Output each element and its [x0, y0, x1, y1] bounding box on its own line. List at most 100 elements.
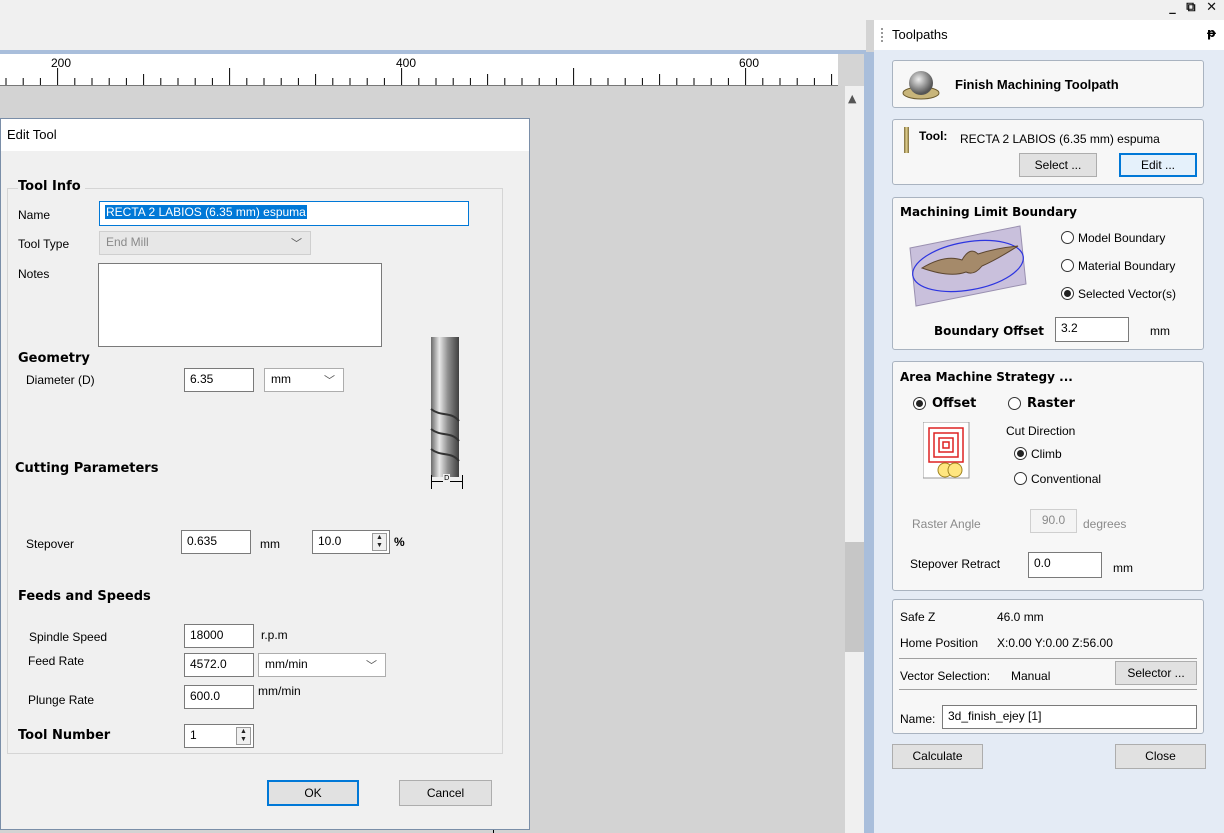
canvas-vertical-scrollbar[interactable]: ▲: [845, 86, 864, 833]
diameter-dimension: D: [431, 474, 463, 489]
chevron-down-icon: ﹀: [324, 375, 335, 387]
ruler-ticks: [5, 68, 833, 85]
tool-type-value: End Mill: [106, 235, 149, 249]
toolpath-name-input[interactable]: 3d_finish_ejey [1]: [942, 705, 1197, 729]
safe-z-value: 46.0 mm: [997, 610, 1044, 624]
home-position-value: X:0.00 Y:0.00 Z:56.00: [997, 636, 1113, 650]
raster-radio[interactable]: [1008, 397, 1021, 410]
home-position-label: Home Position: [900, 636, 979, 650]
edit-tool-dialog: Edit Tool Tool Info Name RECTA 2 LABIOS …: [0, 118, 530, 830]
material-boundary-label: Material Boundary: [1078, 259, 1176, 273]
name-label: Name: [18, 208, 51, 222]
tool-number-value: 1: [190, 728, 197, 742]
tool-label: Tool:: [919, 129, 948, 143]
strategy-header: Area Machine Strategy ...: [900, 370, 1073, 384]
boundary-offset-unit: mm: [1150, 324, 1170, 338]
selected-vectors-radio[interactable]: [1061, 287, 1074, 300]
boundary-header: Machining Limit Boundary: [900, 205, 1077, 219]
select-tool-button[interactable]: Select ...: [1019, 153, 1097, 177]
diameter-unit-select[interactable]: mm ﹀: [264, 368, 344, 392]
vector-selection-label: Vector Selection:: [900, 669, 991, 683]
cancel-button[interactable]: Cancel: [399, 780, 492, 806]
raster-label: Raster: [1027, 396, 1075, 411]
selector-button[interactable]: Selector ...: [1115, 661, 1197, 685]
raster-angle-input[interactable]: 90.0: [1030, 509, 1077, 533]
tool-number-header: Tool Number: [18, 728, 111, 743]
panel-grip[interactable]: [881, 28, 883, 42]
diameter-unit-value: mm: [271, 372, 291, 386]
pin-icon[interactable]: ᵽ: [1207, 26, 1216, 40]
toolpath-name-label: Name:: [900, 712, 936, 726]
tool-bit-icon: [904, 127, 909, 153]
diameter-label: Diameter (D): [26, 373, 95, 387]
toolpaths-panel: Toolpaths ᵽ Finish Machining Toolpath To…: [874, 20, 1224, 833]
stepover-percent-input[interactable]: 10.0 ▲ ▼: [312, 530, 390, 554]
stepover-unit: mm: [260, 537, 280, 551]
stepover-spinner[interactable]: ▲ ▼: [372, 533, 387, 551]
tool-info-header: Tool Info: [18, 179, 85, 194]
spindle-speed-label: Spindle Speed: [29, 630, 108, 644]
tool-name-input[interactable]: RECTA 2 LABIOS (6.35 mm) espuma: [99, 201, 469, 226]
app-title-bar: [0, 0, 1224, 20]
plunge-rate-input[interactable]: 600.0: [184, 685, 254, 709]
tool-type-label: Tool Type: [18, 237, 70, 251]
scroll-up-icon[interactable]: ▲: [848, 92, 856, 105]
feed-rate-unit-value: mm/min: [265, 657, 308, 671]
cutting-parameters-header: Cutting Parameters: [15, 461, 159, 476]
tool-type-select[interactable]: End Mill ﹀: [99, 231, 311, 255]
end-mill-diagram: [430, 337, 460, 477]
ok-button[interactable]: OK: [267, 780, 359, 806]
machining-limit-card: Machining Limit Boundary Model Boundary …: [892, 197, 1204, 350]
dialog-title: Edit Tool: [1, 119, 529, 151]
spindle-speed-input[interactable]: 18000: [184, 624, 254, 648]
toolbar-area: [0, 20, 866, 52]
ruler-label-200: 200: [51, 56, 72, 70]
boundary-offset-label: Boundary Offset: [934, 324, 1045, 338]
toolpaths-panel-header: Toolpaths ᵽ: [874, 20, 1224, 50]
tool-value: RECTA 2 LABIOS (6.35 mm) espuma: [960, 132, 1160, 146]
calculate-button[interactable]: Calculate: [892, 744, 983, 769]
divider: [899, 689, 1197, 690]
toolpaths-panel-title: Toolpaths: [892, 27, 948, 42]
model-boundary-radio[interactable]: [1061, 231, 1074, 244]
notes-textarea[interactable]: [98, 263, 382, 347]
feeds-speeds-header: Feeds and Speeds: [18, 589, 151, 604]
stepover-label: Stepover: [26, 537, 75, 551]
ruler-label-600: 600: [739, 56, 760, 70]
toolpath-heading: Finish Machining Toolpath: [955, 77, 1119, 92]
chevron-down-icon: ﹀: [366, 660, 377, 672]
close-button[interactable]: Close: [1115, 744, 1206, 769]
safe-z-label: Safe Z: [900, 610, 936, 624]
horizontal-ruler: 200 400 600: [0, 54, 838, 86]
area-strategy-card: Area Machine Strategy ... Offset Raster …: [892, 361, 1204, 591]
tool-number-spinner[interactable]: ▲ ▼: [236, 727, 251, 745]
boundary-offset-input[interactable]: 3.2: [1055, 317, 1129, 342]
edit-tool-button[interactable]: Edit ...: [1119, 153, 1197, 177]
divider: [899, 658, 1197, 659]
stepover-retract-input[interactable]: 0.0: [1028, 552, 1102, 578]
raster-angle-unit: degrees: [1083, 517, 1127, 531]
offset-label: Offset: [932, 396, 977, 411]
tool-number-input[interactable]: 1 ▲ ▼: [184, 724, 254, 748]
ruler-label-400: 400: [396, 56, 417, 70]
conventional-label: Conventional: [1031, 472, 1102, 486]
cut-direction-label: Cut Direction: [1006, 424, 1076, 438]
window-controls[interactable]: _ ⧉ ✕: [1169, 0, 1220, 15]
feed-rate-unit-select[interactable]: mm/min ﹀: [258, 653, 386, 677]
climb-radio[interactable]: [1014, 447, 1027, 460]
panel-splitter[interactable]: [864, 52, 874, 833]
material-boundary-radio[interactable]: [1061, 259, 1074, 272]
scrollbar-thumb[interactable]: [845, 542, 864, 652]
feed-rate-label: Feed Rate: [28, 654, 85, 668]
feed-rate-input[interactable]: 4572.0: [184, 653, 254, 677]
conventional-radio[interactable]: [1014, 472, 1027, 485]
toolpath-heading-card: Finish Machining Toolpath: [892, 60, 1204, 108]
stepover-input[interactable]: 0.635: [181, 530, 251, 554]
diameter-input[interactable]: 6.35: [184, 368, 254, 392]
plunge-rate-unit: mm/min: [258, 684, 301, 698]
climb-label: Climb: [1031, 447, 1062, 461]
stepover-retract-unit: mm: [1113, 561, 1133, 575]
offset-radio[interactable]: [913, 397, 926, 410]
stepover-retract-label: Stepover Retract: [910, 557, 1001, 571]
tool-name-value: RECTA 2 LABIOS (6.35 mm) espuma: [105, 205, 307, 219]
